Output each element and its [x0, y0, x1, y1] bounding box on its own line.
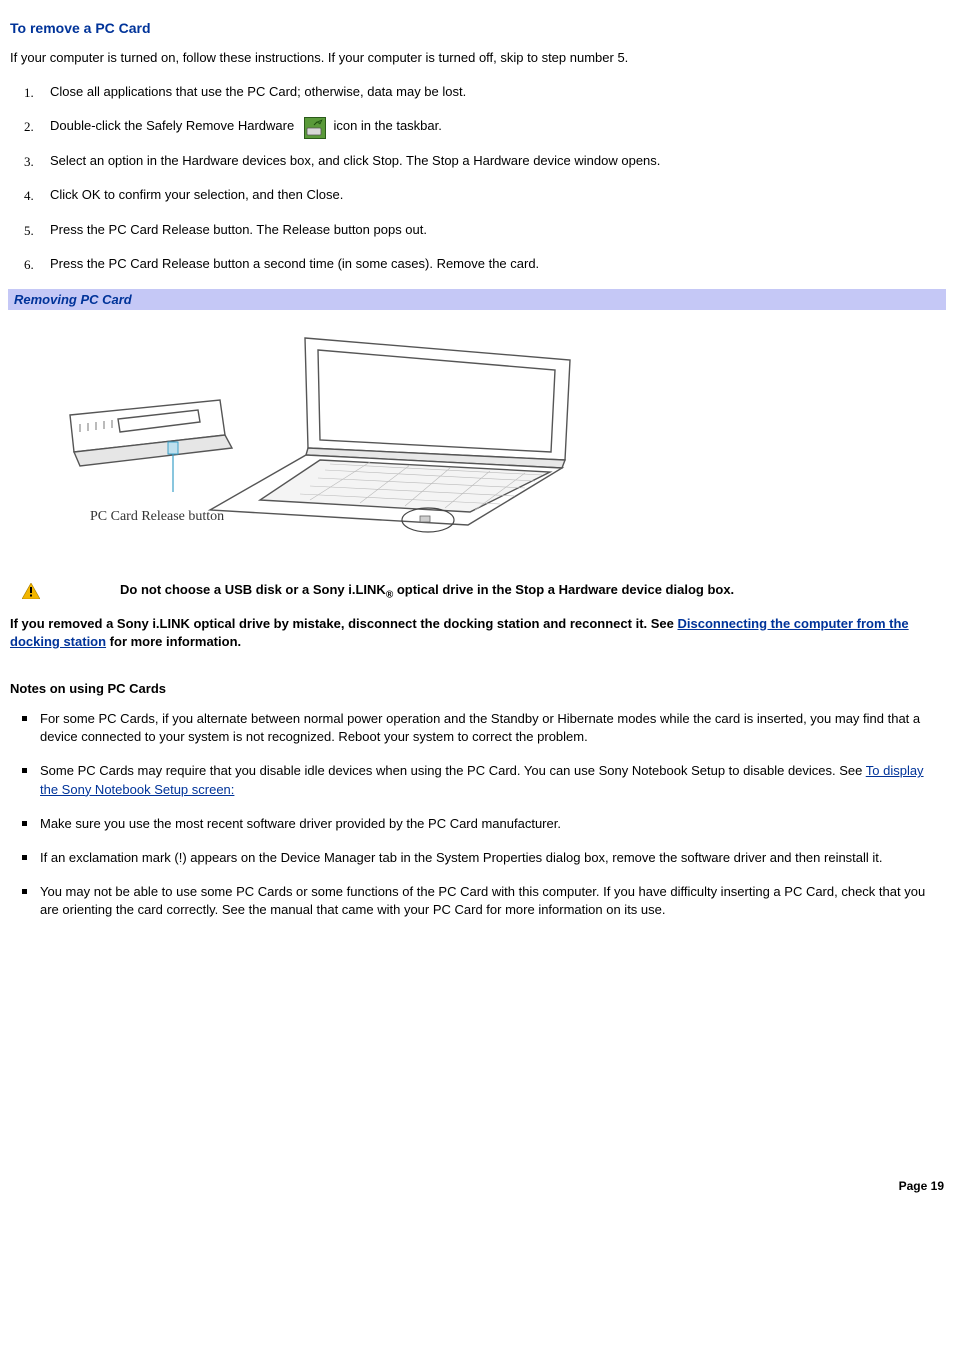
- step-item: 5. Press the PC Card Release button. The…: [50, 221, 944, 239]
- step-item: 3. Select an option in the Hardware devi…: [50, 152, 944, 170]
- list-item: You may not be able to use some PC Cards…: [40, 883, 944, 919]
- step-item: 1. Close all applications that use the P…: [50, 83, 944, 101]
- list-item: Some PC Cards may require that you disab…: [40, 762, 944, 798]
- figure-caption: Removing PC Card: [8, 289, 946, 310]
- step-number: 6.: [24, 256, 34, 274]
- step-text: Click OK to confirm your selection, and …: [50, 187, 343, 202]
- warning-row: Do not choose a USB disk or a Sony i.LIN…: [10, 582, 944, 601]
- list-item: Make sure you use the most recent softwa…: [40, 815, 944, 833]
- step-item: 4. Click OK to confirm your selection, a…: [50, 186, 944, 204]
- step-number: 1.: [24, 84, 34, 102]
- figure-label: PC Card Release button: [90, 509, 224, 524]
- safely-remove-hardware-icon: [304, 117, 326, 139]
- figure-laptop-pc-card: PC Card Release button: [10, 310, 944, 570]
- step-number: 5.: [24, 222, 34, 240]
- step-text-pre: Double-click the Safely Remove Hardware: [50, 118, 298, 133]
- page-footer: Page 19: [10, 1179, 954, 1193]
- section-title: To remove a PC Card: [10, 20, 944, 36]
- step-number: 4.: [24, 187, 34, 205]
- step-text: Close all applications that use the PC C…: [50, 84, 466, 99]
- intro-text: If your computer is turned on, follow th…: [10, 50, 944, 65]
- step-item: 2. Double-click the Safely Remove Hardwa…: [50, 117, 944, 136]
- step-text-post: icon in the taskbar.: [333, 118, 441, 133]
- steps-list: 1. Close all applications that use the P…: [10, 83, 944, 273]
- step-number: 2.: [24, 118, 34, 136]
- mistake-paragraph: If you removed a Sony i.LINK optical dri…: [10, 615, 944, 651]
- step-number: 3.: [24, 153, 34, 171]
- step-text: Press the PC Card Release button a secon…: [50, 256, 539, 271]
- notes-heading: Notes on using PC Cards: [10, 681, 944, 696]
- list-item: If an exclamation mark (!) appears on th…: [40, 849, 944, 867]
- step-item: 6. Press the PC Card Release button a se…: [50, 255, 944, 273]
- warning-text: Do not choose a USB disk or a Sony i.LIN…: [120, 582, 734, 601]
- list-item: For some PC Cards, if you alternate betw…: [40, 710, 944, 746]
- notes-list: For some PC Cards, if you alternate betw…: [10, 710, 944, 920]
- step-text: Press the PC Card Release button. The Re…: [50, 222, 427, 237]
- step-text: Select an option in the Hardware devices…: [50, 153, 660, 168]
- warning-icon: [22, 583, 40, 599]
